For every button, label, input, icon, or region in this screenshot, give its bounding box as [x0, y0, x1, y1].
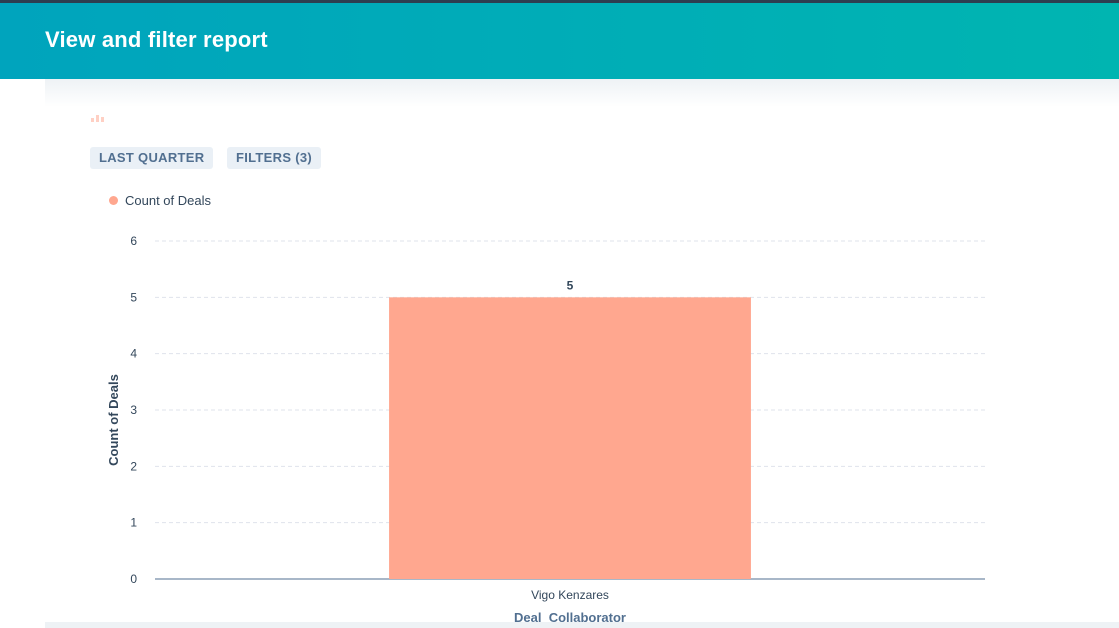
y-tick-label: 3 — [130, 403, 137, 417]
y-tick-label: 2 — [130, 459, 137, 473]
bar-value-label: 5 — [567, 278, 574, 292]
y-tick-label: 6 — [130, 234, 137, 248]
y-tick-label: 4 — [130, 347, 137, 361]
bar — [389, 297, 751, 579]
page-title: View and filter report — [45, 27, 268, 52]
y-tick-label: 0 — [130, 572, 137, 586]
y-tick-label: 1 — [130, 516, 137, 530]
page-header: View and filter report — [0, 3, 1119, 79]
bar-chart: 01234565Vigo KenzaresDeal_CollaboratorCo… — [106, 234, 985, 625]
scroll-fade-bottom — [45, 622, 1119, 628]
y-tick-label: 5 — [130, 290, 137, 304]
y-axis-title: Count of Deals — [106, 374, 121, 466]
report-content: LAST QUARTER FILTERS (3) Count of Deals … — [45, 79, 1119, 628]
x-tick-label: Vigo Kenzares — [531, 588, 609, 602]
